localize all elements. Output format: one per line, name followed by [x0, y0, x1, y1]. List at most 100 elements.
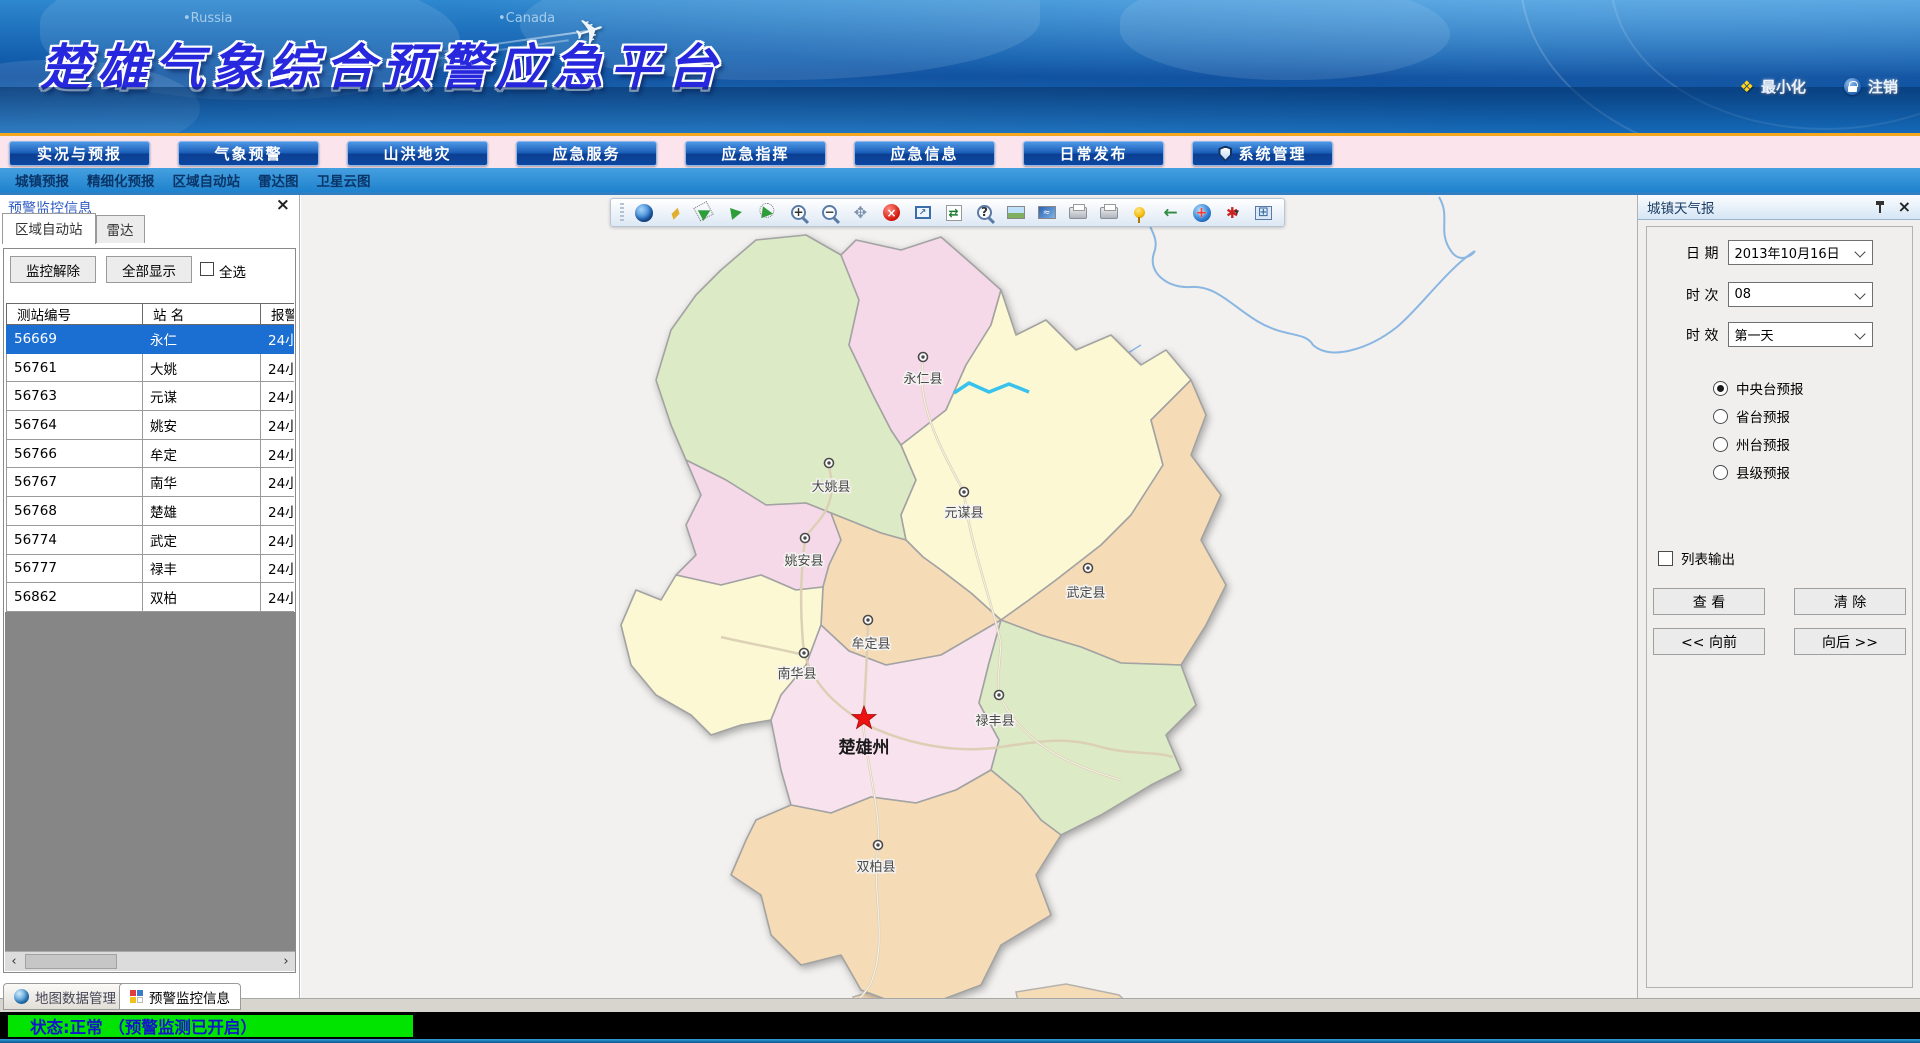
table-row[interactable]: 56669 永仁 24小: [7, 325, 295, 354]
next-button[interactable]: 向后 >>: [1794, 628, 1906, 655]
station-table: 测站编号 站 名 报警 56669 永仁 24小 56761 大姚 24小 56…: [6, 303, 294, 612]
show-all-button[interactable]: 全部显示: [106, 256, 192, 283]
nav-tab-daily-release[interactable]: 日常发布: [1023, 141, 1164, 166]
town-weather-panel: 城镇天气报 × 日 期 2013年10月16日 时 次 08 时 效 第一天 中…: [1637, 195, 1920, 998]
export-image-tool-button[interactable]: [1004, 201, 1027, 224]
cell-station-name: 姚安: [143, 411, 261, 440]
close-icon[interactable]: ×: [276, 196, 290, 214]
table-row[interactable]: 56766 牟定 24小: [7, 439, 295, 468]
identify-tool-button[interactable]: ?: [973, 201, 996, 224]
cell-station-id: 56767: [7, 468, 143, 497]
nav-tab-label: 应急信息: [890, 143, 958, 164]
monitor-release-button[interactable]: 监控解除: [10, 256, 96, 283]
overview-map-tool-button[interactable]: ⊞: [1252, 201, 1275, 224]
select-all-checkbox[interactable]: [200, 262, 214, 276]
date-value: 2013年10月16日: [1734, 243, 1839, 262]
prev-button[interactable]: << 向前: [1653, 628, 1765, 655]
nav-tab-weather-warning[interactable]: 气象预警: [178, 141, 319, 166]
radio-province-forecast[interactable]: 省台预报: [1713, 406, 1790, 426]
cell-alarm: 24小: [261, 497, 295, 526]
panel-title: 城镇天气报: [1647, 197, 1715, 217]
nav-tab-flood-geohazard[interactable]: 山洪地灾: [347, 141, 488, 166]
submenu-refined-forecast[interactable]: 精细化预报: [87, 170, 155, 190]
radio-prefecture-forecast[interactable]: 州台预报: [1713, 434, 1790, 454]
cell-station-id: 56768: [7, 497, 143, 526]
close-icon[interactable]: ×: [1898, 200, 1911, 214]
cell-alarm: 24小: [261, 439, 295, 468]
toolbar-grip[interactable]: [620, 203, 624, 223]
measure-tool-button[interactable]: ▰: [663, 201, 686, 224]
header-band: [0, 87, 1920, 133]
scrollbar-track[interactable]: [23, 952, 277, 971]
submenu-town-forecast[interactable]: 城镇预报: [15, 170, 69, 190]
status-text: 状态:正常 （预警监测已开启）: [30, 1015, 257, 1037]
nav-tab-emergency-command[interactable]: 应急指挥: [685, 141, 826, 166]
zoom-out-tool-button[interactable]: −: [818, 201, 841, 224]
app-header: •Russia •Canada ✈ 楚雄气象综合预警应急平台 ❖ 最小化 注销: [0, 0, 1920, 133]
table-row[interactable]: 56761 大姚 24小: [7, 353, 295, 382]
nav-tab-system-management[interactable]: 系统管理: [1192, 141, 1333, 166]
nav-tab-emergency-info[interactable]: 应急信息: [854, 141, 995, 166]
stop-icon: ×: [883, 204, 900, 221]
horizontal-scrollbar[interactable]: ‹ ›: [5, 951, 295, 971]
tab-map-data-management[interactable]: 地图数据管理: [3, 983, 127, 1010]
cell-station-id: 56774: [7, 525, 143, 554]
refresh-tool-button[interactable]: ⇄: [942, 201, 965, 224]
table-row[interactable]: 56774 武定 24小: [7, 525, 295, 554]
flash-locate-tool-button[interactable]: ✱▾: [1221, 201, 1244, 224]
county-polygons[interactable]: [621, 235, 1226, 998]
period-select[interactable]: 第一天: [1728, 322, 1873, 347]
full-extent-icon: ↗: [915, 206, 931, 219]
globe-tool-button[interactable]: [632, 201, 655, 224]
table-row[interactable]: 56862 双柏 24小: [7, 583, 295, 612]
table-row[interactable]: 56763 元谋 24小: [7, 382, 295, 411]
view-button[interactable]: 查 看: [1653, 588, 1765, 615]
radio-icon: [1713, 381, 1728, 396]
page-setup-tool-button[interactable]: [1097, 201, 1120, 224]
radio-central-forecast[interactable]: 中央台预报: [1713, 378, 1804, 398]
cell-alarm: 24小: [261, 583, 295, 612]
pin-icon[interactable]: [1874, 200, 1886, 215]
tab-radar[interactable]: 雷达: [96, 215, 145, 243]
list-output-option[interactable]: 列表输出: [1658, 548, 1735, 568]
select-area-tool-button[interactable]: [694, 201, 717, 224]
time-label: 时 次: [1686, 285, 1718, 305]
submenu-auto-station[interactable]: 区域自动站: [173, 170, 241, 190]
time-value: 08: [1734, 287, 1751, 302]
table-row[interactable]: 56768 楚雄 24小: [7, 497, 295, 526]
logout-button[interactable]: 注销: [1844, 76, 1898, 97]
map-viewport[interactable]: 永仁县 大姚县 元谋县 武定县 姚安县 牟定县 南华县 禄丰县 双柏县 楚雄州 …: [301, 195, 1637, 998]
minimize-button[interactable]: ❖ 最小化: [1740, 76, 1806, 97]
add-data-tool-button[interactable]: +: [1190, 201, 1213, 224]
pan-tool-button[interactable]: ✥: [849, 201, 872, 224]
scroll-right-icon[interactable]: ›: [277, 954, 295, 969]
table-row[interactable]: 56777 禄丰 24小: [7, 554, 295, 583]
select-circle-tool-button[interactable]: [756, 201, 779, 224]
nav-tab-emergency-service[interactable]: 应急服务: [516, 141, 657, 166]
submenu-radar-image[interactable]: 雷达图: [258, 170, 299, 190]
submenu-satellite-cloud[interactable]: 卫星云图: [317, 170, 371, 190]
time-select[interactable]: 08: [1728, 282, 1873, 307]
stop-tool-button[interactable]: ×: [880, 201, 903, 224]
radio-label: 州台预报: [1736, 434, 1790, 454]
scroll-left-icon[interactable]: ‹: [5, 954, 23, 969]
select-feature-tool-button[interactable]: [725, 201, 748, 224]
table-row[interactable]: 56764 姚安 24小: [7, 411, 295, 440]
table-row[interactable]: 56767 南华 24小: [7, 468, 295, 497]
basemap-tool-button[interactable]: ≈: [1035, 201, 1058, 224]
cell-station-name: 禄丰: [143, 554, 261, 583]
tab-region-auto-station[interactable]: 区域自动站: [2, 213, 96, 244]
full-extent-tool-button[interactable]: ↗: [911, 201, 934, 224]
locate-pin-tool-button[interactable]: [1128, 201, 1151, 224]
radio-county-forecast[interactable]: 县级预报: [1713, 462, 1790, 482]
map-canvas[interactable]: 永仁县 大姚县 元谋县 武定县 姚安县 牟定县 南华县 禄丰县 双柏县 楚雄州: [301, 195, 1637, 998]
zoom-in-tool-button[interactable]: +: [787, 201, 810, 224]
scrollbar-thumb[interactable]: [25, 954, 117, 969]
print-tool-button[interactable]: [1066, 201, 1089, 224]
date-select[interactable]: 2013年10月16日: [1728, 240, 1873, 265]
tab-warning-monitor-info[interactable]: 预警监控信息: [119, 983, 241, 1010]
nav-tab-live-forecast[interactable]: 实况与预报: [9, 141, 150, 166]
clear-button[interactable]: 清 除: [1794, 588, 1906, 615]
back-tool-button[interactable]: ←: [1159, 201, 1182, 224]
list-output-checkbox[interactable]: [1658, 551, 1673, 566]
